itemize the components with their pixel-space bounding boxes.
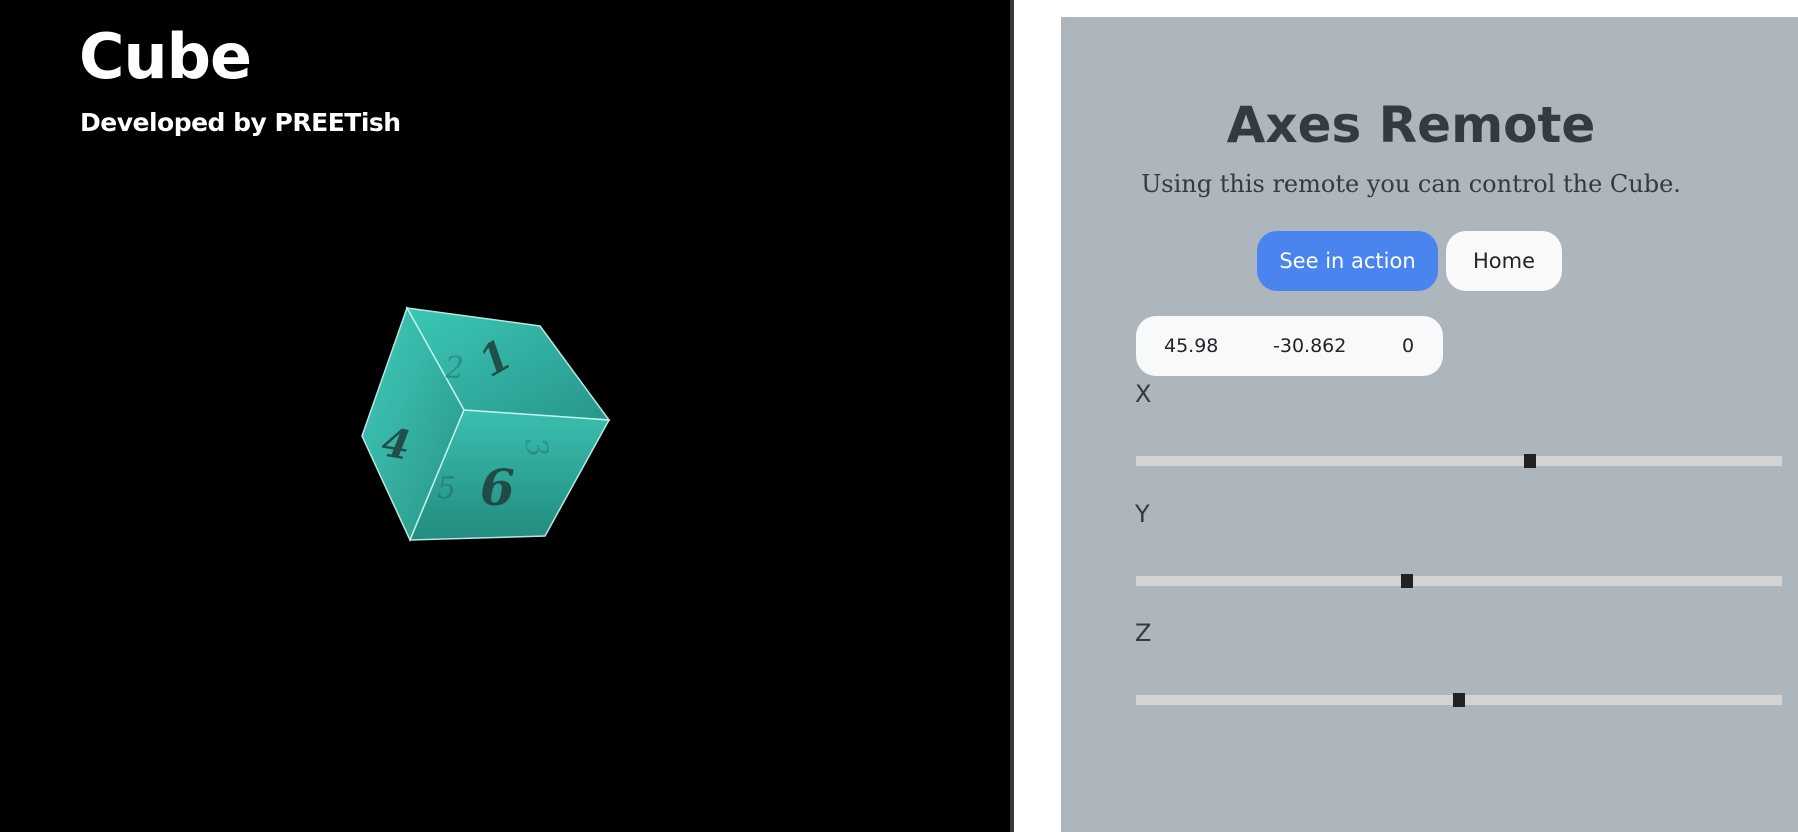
remote-pane: Axes Remote Using this remote you can co…	[1014, 0, 1798, 832]
x-axis-label: X	[1135, 380, 1152, 408]
readout-x-value: 45.98	[1164, 335, 1219, 357]
remote-title: Axes Remote	[1226, 96, 1596, 154]
see-in-action-button[interactable]: See in action	[1257, 231, 1438, 291]
readout-y-value: -30.862	[1273, 335, 1347, 357]
cube-3d[interactable]: 1 2 3 4 5 6	[340, 290, 640, 550]
app-subtitle: Developed by PREETish	[80, 108, 401, 137]
y-axis-slider[interactable]	[1136, 574, 1782, 588]
z-axis-slider[interactable]	[1136, 693, 1782, 707]
cube-number-5: 5	[437, 471, 456, 506]
readout-z-value: 0	[1402, 335, 1415, 357]
remote-description: Using this remote you can control the Cu…	[1141, 170, 1681, 198]
x-axis-slider[interactable]	[1136, 454, 1782, 468]
y-slider-thumb[interactable]	[1401, 574, 1414, 588]
cube-viewer-pane: Cube Developed by PREETish 1 2 3 4 5 6	[0, 0, 1010, 832]
home-button[interactable]: Home	[1446, 231, 1562, 291]
app-title: Cube	[79, 20, 252, 93]
cube-number-6: 6	[480, 458, 515, 517]
rotation-readout: 45.98 -30.862 0	[1136, 316, 1443, 376]
cube-number-2: 2	[444, 351, 464, 386]
z-axis-label: Z	[1135, 619, 1152, 647]
z-slider-thumb[interactable]	[1453, 693, 1465, 707]
x-slider-thumb[interactable]	[1524, 454, 1537, 468]
y-axis-label: Y	[1135, 500, 1150, 528]
